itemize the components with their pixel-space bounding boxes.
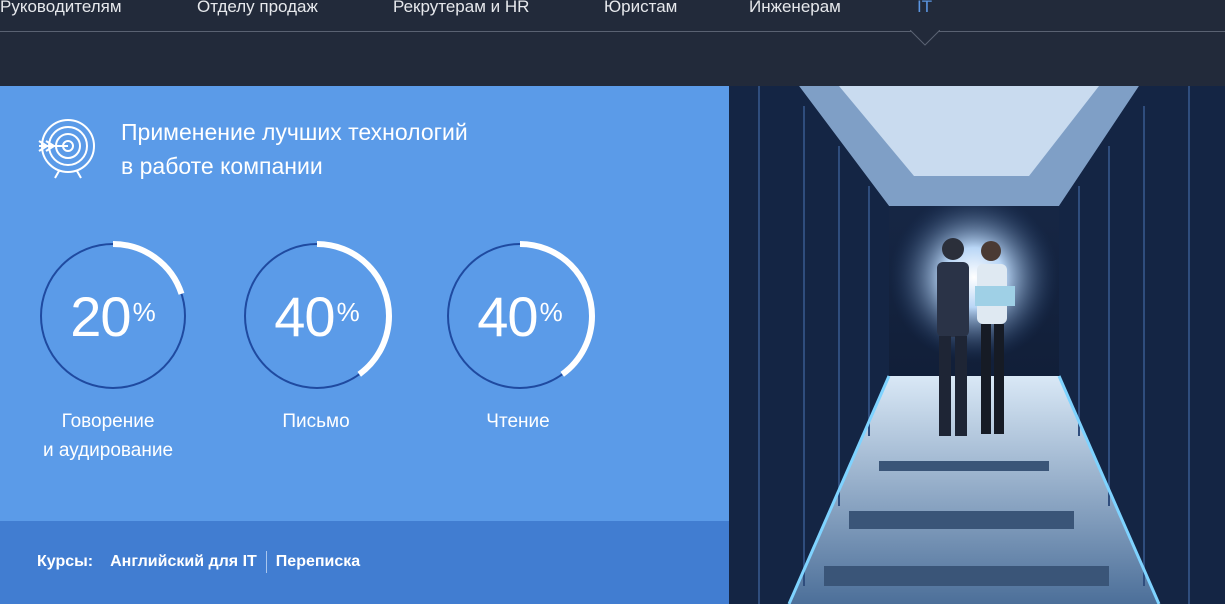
stat-percent-sign: % <box>132 296 156 327</box>
top-navigation: Руководителям Отделу продаж Рекрутерам и… <box>0 0 1225 32</box>
courses-footer: Курсы: Английский для IT Переписка <box>0 521 729 604</box>
courses-row: Курсы: Английский для IT Переписка <box>37 551 360 573</box>
stat-number: 20 <box>70 284 131 348</box>
nav-item-managers[interactable]: Руководителям <box>0 0 122 17</box>
nav-item-it[interactable]: IT <box>917 0 932 17</box>
stat-value: 40 % <box>445 241 595 391</box>
target-arrow-icon <box>38 119 95 179</box>
nav-item-recruiters-hr[interactable]: Рекрутерам и HR <box>393 0 529 17</box>
stat-label-line1: Говорение <box>61 411 155 432</box>
stat-label-reading: Чтение <box>428 407 608 436</box>
panel-heading: Применение лучших технологий в работе ко… <box>121 115 571 183</box>
info-panel: Применение лучших технологий в работе ко… <box>0 86 729 604</box>
stat-percent-sign: % <box>539 296 563 327</box>
stat-label-line1: Чтение <box>486 411 550 432</box>
link-divider <box>265 551 267 573</box>
stat-label-speaking-listening: Говорение и аудирование <box>18 407 198 465</box>
nav-item-sales[interactable]: Отделу продаж <box>197 0 318 17</box>
stat-writing: 40 % <box>242 241 392 391</box>
active-tab-pointer-icon <box>910 30 940 46</box>
stat-reading: 40 % <box>445 241 595 391</box>
nav-item-lawyers[interactable]: Юристам <box>604 0 677 17</box>
server-room-image <box>729 86 1225 604</box>
stat-speaking-listening: 20 % <box>38 241 188 391</box>
panel-heading-line2: в работе компании <box>121 153 323 179</box>
stat-label-line1: Письмо <box>282 411 350 432</box>
server-room-corridor-image <box>729 86 1225 604</box>
stat-label-writing: Письмо <box>226 407 406 436</box>
stat-value: 40 % <box>242 241 392 391</box>
stat-number: 40 <box>274 284 335 348</box>
stat-number: 40 <box>477 284 538 348</box>
panel-heading-line1: Применение лучших технологий <box>121 119 468 145</box>
nav-item-engineers[interactable]: Инженерам <box>749 0 841 17</box>
stat-label-line2: и аудирование <box>42 440 174 461</box>
courses-label: Курсы: <box>37 553 94 570</box>
stat-percent-sign: % <box>336 296 360 327</box>
course-link-correspondence[interactable]: Переписка <box>276 553 360 571</box>
stat-value: 20 % <box>38 241 188 391</box>
course-link-english-for-it[interactable]: Английский для IT <box>110 553 257 571</box>
